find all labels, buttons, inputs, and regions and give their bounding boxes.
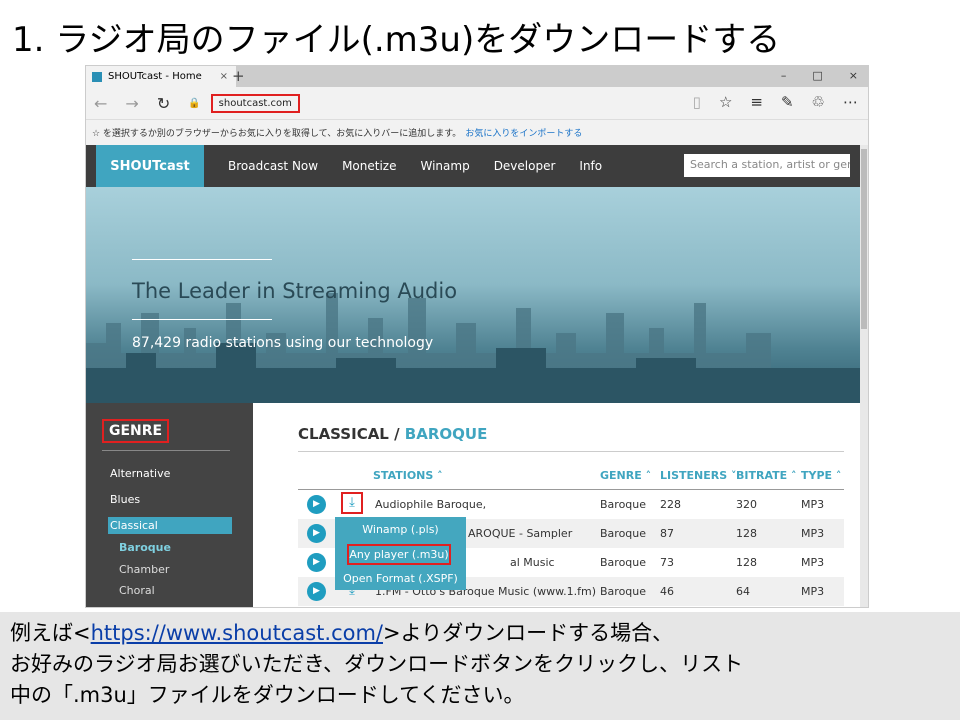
- page-scrollbar[interactable]: [860, 145, 868, 607]
- back-icon[interactable]: ←: [94, 94, 107, 113]
- forward-icon[interactable]: →: [125, 94, 138, 113]
- station-row: ▶ ⤓ Audiophile Baroque, Baroque 228 320 M…: [298, 490, 844, 519]
- station-listeners: 228: [660, 498, 681, 511]
- col-listeners[interactable]: LISTENERS ˅: [660, 469, 736, 482]
- shoutcast-favicon-icon: [92, 71, 102, 82]
- station-name[interactable]: Audiophile Baroque,: [375, 498, 486, 511]
- hero-subtitle: 87,429 radio stations using our technolo…: [132, 335, 434, 351]
- genre-sidebar: GENRE Alternative Blues Classical Baroqu…: [86, 403, 253, 607]
- play-icon[interactable]: ▶: [307, 524, 326, 543]
- station-type: MP3: [801, 527, 825, 540]
- station-bitrate: 320: [736, 498, 757, 511]
- slide-title: 1. ラジオ局のファイル(.m3u)をダウンロードする: [12, 20, 781, 60]
- genre-heading: GENRE: [102, 419, 170, 443]
- address-bar-row: ← → ↻ 🔒 shoutcast.com ▯ ☆ ≡ ✎ ♲ ⋯: [86, 87, 868, 119]
- col-genre[interactable]: GENRE ˄: [600, 469, 651, 482]
- breadcrumb: CLASSICAL / BAROQUE: [298, 425, 488, 443]
- share-icon[interactable]: ♲: [812, 93, 825, 111]
- station-bitrate: 128: [736, 527, 757, 540]
- close-tab-icon[interactable]: ×: [220, 71, 228, 82]
- browser-window: SHOUTcast - Home × + – □ × ← → ↻ 🔒 shoutcas…: [85, 65, 869, 608]
- more-icon[interactable]: ⋯: [843, 93, 858, 111]
- nav-developer[interactable]: Developer: [494, 159, 556, 173]
- shoutcast-link[interactable]: https://www.shoutcast.com/: [91, 621, 383, 645]
- minimize-button[interactable]: –: [781, 69, 787, 82]
- station-type: MP3: [801, 498, 825, 511]
- station-bitrate: 64: [736, 585, 750, 598]
- station-search-input[interactable]: Search a station, artist or genre: [684, 154, 850, 177]
- refresh-icon[interactable]: ↻: [157, 94, 170, 113]
- col-stations[interactable]: STATIONS ˄: [373, 469, 443, 482]
- browser-tab[interactable]: SHOUTcast - Home ×: [86, 66, 236, 87]
- download-format-menu: Winamp (.pls) Any player (.m3u) Open For…: [335, 517, 466, 590]
- reading-view-icon[interactable]: ▯: [693, 93, 701, 111]
- hero-divider: [132, 259, 272, 260]
- station-type: MP3: [801, 585, 825, 598]
- download-icon[interactable]: ⤓: [341, 492, 363, 514]
- menu-open-format-xspf[interactable]: Open Format (.XSPF): [335, 572, 466, 585]
- menu-winamp-pls[interactable]: Winamp (.pls): [335, 523, 466, 536]
- hero-title: The Leader in Streaming Audio: [132, 279, 458, 303]
- col-bitrate[interactable]: BITRATE ˄: [736, 469, 796, 482]
- play-icon[interactable]: ▶: [307, 553, 326, 572]
- tab-bar: SHOUTcast - Home × + – □ ×: [86, 66, 868, 87]
- tab-title: SHOUTcast - Home: [108, 71, 202, 82]
- nav-info[interactable]: Info: [579, 159, 602, 173]
- play-icon[interactable]: ▶: [307, 495, 326, 514]
- site-nav: SHOUTcast Broadcast Now Monetize Winamp …: [86, 145, 868, 187]
- nav-broadcast-now[interactable]: Broadcast Now: [228, 159, 318, 173]
- nav-monetize[interactable]: Monetize: [342, 159, 396, 173]
- favorites-hint: ☆ を選択するか別のブラウザーからお気に入りを取得して、お気に入りバーに追加しま…: [92, 129, 462, 139]
- station-genre: Baroque: [600, 556, 647, 569]
- caption: 例えば<https://www.shoutcast.com/>よりダウンロードす…: [0, 612, 960, 720]
- station-name[interactable]: AROQUE - Sampler: [468, 527, 572, 540]
- station-genre: Baroque: [600, 585, 647, 598]
- favorites-bar: ☆ を選択するか別のブラウザーからお気に入りを取得して、お気に入りバーに追加しま…: [86, 119, 868, 145]
- shoutcast-logo[interactable]: SHOUTcast: [96, 145, 204, 187]
- nav-winamp[interactable]: Winamp: [420, 159, 469, 173]
- genre-blues[interactable]: Blues: [110, 493, 140, 506]
- station-listeners: 73: [660, 556, 674, 569]
- web-note-icon[interactable]: ✎: [781, 93, 794, 111]
- new-tab-button[interactable]: +: [232, 67, 245, 85]
- import-favorites-link[interactable]: お気に入りをインポートする: [465, 126, 582, 139]
- menu-any-player-m3u[interactable]: Any player (.m3u): [347, 544, 451, 565]
- close-window-button[interactable]: ×: [849, 69, 858, 82]
- genre-alternative[interactable]: Alternative: [110, 467, 170, 480]
- station-genre: Baroque: [600, 527, 647, 540]
- play-icon[interactable]: ▶: [307, 582, 326, 601]
- maximize-button[interactable]: □: [812, 69, 822, 82]
- station-name[interactable]: al Music: [510, 556, 555, 569]
- station-genre: Baroque: [600, 498, 647, 511]
- subgenre-choral[interactable]: Choral: [119, 584, 155, 597]
- station-listeners: 87: [660, 527, 674, 540]
- hero-divider: [132, 319, 272, 320]
- station-bitrate: 128: [736, 556, 757, 569]
- lock-icon: 🔒: [188, 97, 201, 109]
- station-listeners: 46: [660, 585, 674, 598]
- url-input[interactable]: shoutcast.com: [210, 93, 300, 113]
- subgenre-chamber[interactable]: Chamber: [119, 563, 169, 576]
- col-type[interactable]: TYPE ˄: [801, 469, 841, 482]
- hero-banner: The Leader in Streaming Audio 87,429 rad…: [86, 187, 862, 403]
- station-type: MP3: [801, 556, 825, 569]
- subgenre-baroque[interactable]: Baroque: [119, 541, 171, 554]
- genre-classical[interactable]: Classical: [108, 517, 232, 534]
- hub-icon[interactable]: ≡: [750, 93, 763, 111]
- favorite-star-icon[interactable]: ☆: [719, 93, 732, 111]
